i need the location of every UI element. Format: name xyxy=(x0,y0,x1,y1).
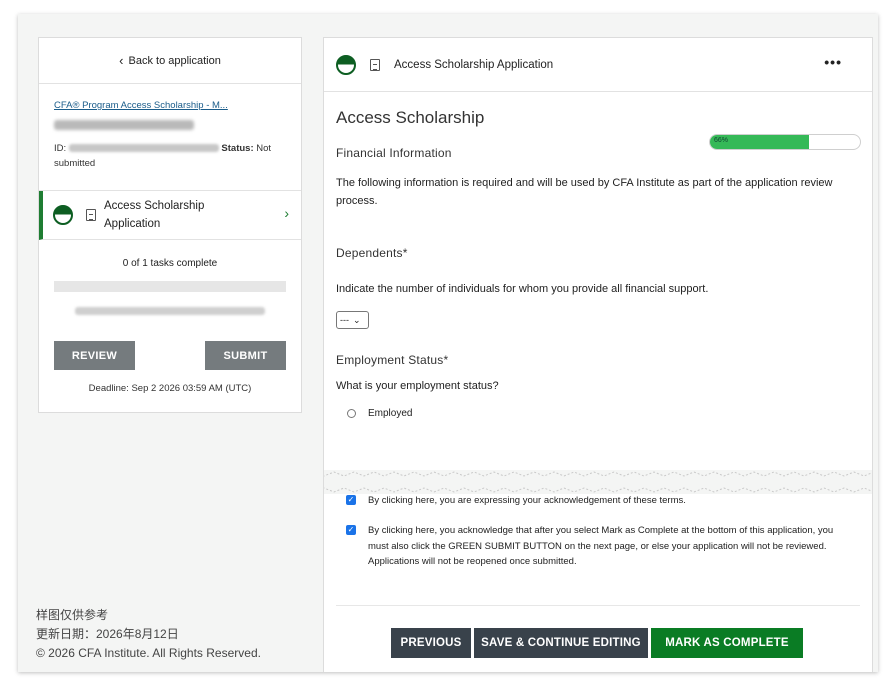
employment-question: What is your employment status? xyxy=(336,380,499,392)
checkbox-checked[interactable]: ✓ xyxy=(346,495,356,505)
action-buttons: PREVIOUS SAVE & CONTINUE EDITING MARK AS… xyxy=(391,628,806,658)
torn-edge-divider xyxy=(324,470,872,494)
half-complete-icon xyxy=(53,205,73,225)
intro-text: The following information is required an… xyxy=(336,177,833,207)
main-panel: Access Scholarship Application ••• Acces… xyxy=(323,37,873,672)
document-icon xyxy=(86,209,96,221)
acknowledgement-1[interactable]: ✓ By clicking here, you are expressing y… xyxy=(346,493,846,509)
back-label: Back to application xyxy=(128,54,221,67)
back-link[interactable]: ‹ Back to application xyxy=(39,38,301,84)
panel-header-title: Access Scholarship Application xyxy=(394,58,554,71)
footer-line-2: 更新日期：2026年8月12日 xyxy=(36,627,179,641)
acknowledgement-2-text: By clicking here, you acknowledge that a… xyxy=(368,525,834,567)
radio-button[interactable] xyxy=(347,409,356,418)
tasks-progress-bar xyxy=(54,281,286,292)
chevron-right-icon: › xyxy=(284,205,289,221)
footer-line-1: 样图仅供参考 xyxy=(36,608,109,622)
redacted-id xyxy=(68,144,219,153)
sidebar-button-row: REVIEW SUBMIT xyxy=(39,341,301,370)
checkbox-checked[interactable]: ✓ xyxy=(346,525,356,535)
more-options-icon[interactable]: ••• xyxy=(824,54,842,70)
half-complete-icon xyxy=(336,54,356,75)
footer: 样图仅供参考 更新日期：2026年8月12日 © 2026 CFA Instit… xyxy=(36,606,261,663)
review-button[interactable]: REVIEW xyxy=(54,341,135,370)
tasks-count: 0 of 1 tasks complete xyxy=(122,258,218,269)
dependents-label: Dependents* xyxy=(336,246,408,260)
dependents-select-value: --- xyxy=(340,315,349,325)
acknowledgement-1-text: By clicking here, you are expressing you… xyxy=(368,495,686,506)
progress-label: 66% xyxy=(714,137,729,144)
app-frame: ‹ Back to application CFA® Program Acces… xyxy=(18,14,878,672)
save-continue-button[interactable]: SAVE & CONTINUE EDITING xyxy=(474,628,648,658)
employment-label: Employment Status* xyxy=(336,353,449,367)
chevron-left-icon: ‹ xyxy=(119,53,124,68)
divider xyxy=(336,605,860,606)
employment-option-label: Employed xyxy=(368,408,413,419)
document-icon xyxy=(370,58,380,71)
task-label: Access Scholarship Application xyxy=(104,200,205,230)
page-title: Access Scholarship xyxy=(336,108,485,127)
employment-option-row[interactable]: Employed xyxy=(347,408,860,419)
program-link[interactable]: CFA® Program Access Scholarship - M... xyxy=(54,100,286,111)
mark-complete-button[interactable]: MARK AS COMPLETE xyxy=(651,628,803,658)
submit-button[interactable]: SUBMIT xyxy=(205,341,286,370)
program-info: CFA® Program Access Scholarship - M... I… xyxy=(39,84,301,191)
deadline-text: Deadline: Sep 2 2026 03:59 AM (UTC) xyxy=(88,383,252,394)
dependents-help: Indicate the number of individuals for w… xyxy=(336,283,709,295)
sidebar-task-item[interactable]: Access Scholarship Application › xyxy=(39,191,301,240)
torn-edge-graphic xyxy=(324,471,872,493)
sidebar-card: ‹ Back to application CFA® Program Acces… xyxy=(38,37,302,413)
completion-progress-bar: 66% xyxy=(709,134,861,150)
form-content: Access Scholarship 66% Financial Informa… xyxy=(324,108,872,419)
id-status-line: ID: Status: Not submitted xyxy=(54,141,286,171)
dependents-select[interactable]: --- ⌄ xyxy=(336,311,369,329)
redacted-last-edited xyxy=(75,307,265,315)
panel-header: Access Scholarship Application ••• xyxy=(324,38,872,92)
acknowledgement-2[interactable]: ✓ By clicking here, you acknowledge that… xyxy=(346,523,846,570)
footer-copyright: © 2026 CFA Institute. All Rights Reserve… xyxy=(36,646,261,660)
status-label: Status: xyxy=(221,143,254,154)
previous-button[interactable]: PREVIOUS xyxy=(391,628,471,658)
redacted-application-number xyxy=(54,120,194,130)
id-prefix: ID: xyxy=(54,143,67,154)
chevron-down-icon: ⌄ xyxy=(353,314,361,325)
